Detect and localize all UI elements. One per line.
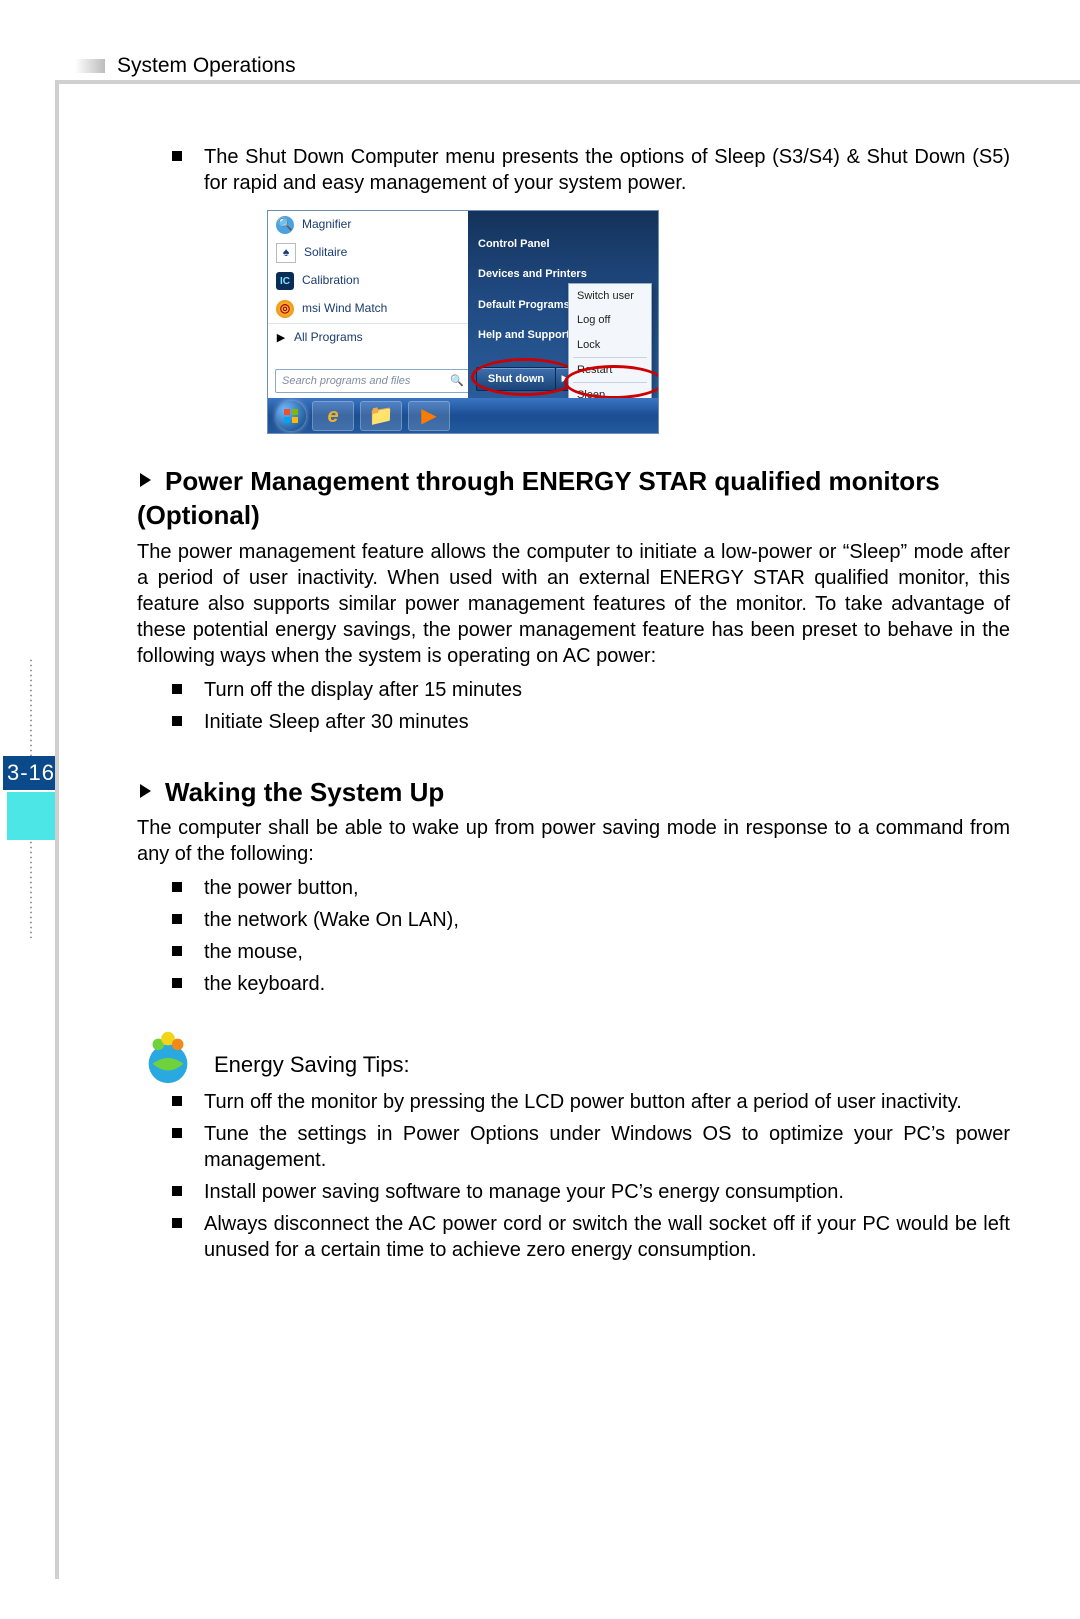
content-frame: The Shut Down Computer menu presents the… [55, 80, 1080, 1579]
chevron-right-icon [137, 464, 155, 498]
tips-title: Energy Saving Tips: [214, 1051, 410, 1088]
dotted-line-icon [29, 658, 33, 756]
start-menu-item-label: Calibration [302, 273, 359, 289]
solitaire-icon: ♠ [276, 243, 296, 263]
chevron-right-icon: ▶ [276, 331, 286, 345]
taskbar: e 📁 ▶ [268, 398, 659, 433]
list-item: the network (Wake On LAN), [172, 907, 1010, 933]
start-menu-item[interactable]: ♠ Solitaire [268, 239, 468, 267]
start-menu-item-label: msi Wind Match [302, 301, 387, 317]
flyout-item[interactable]: Restart [569, 358, 651, 382]
energy-globe-icon [137, 1025, 199, 1087]
shut-down-button[interactable]: Shut down [476, 367, 556, 391]
list-item: the mouse, [172, 939, 1010, 965]
start-menu-screenshot: 🔍 Magnifier ♠ Solitaire IC Calibration [267, 210, 659, 434]
section-heading-text: Waking the System Up [165, 777, 444, 807]
right-menu-item-label: Help and Support [478, 329, 570, 341]
list-item: Tune the settings in Power Options under… [172, 1121, 1010, 1173]
start-menu-item[interactable]: ◎ msi Wind Match [268, 295, 468, 323]
all-programs-label: All Programs [294, 330, 363, 346]
explorer-icon[interactable]: 📁 [360, 401, 402, 431]
media-player-icon[interactable]: ▶ [408, 401, 450, 431]
flyout-item[interactable]: Log off [569, 308, 651, 332]
section1-paragraph: The power management feature allows the … [137, 539, 1010, 669]
section-heading-power-management: Power Management through ENERGY STAR qua… [137, 464, 1010, 533]
header: System Operations [75, 54, 296, 78]
list-item: Turn off the display after 15 minutes [172, 677, 1010, 703]
list-item: Install power saving software to manage … [172, 1179, 1010, 1205]
windows-start-orb-icon[interactable] [276, 401, 306, 431]
section-heading-waking-up: Waking the System Up [137, 775, 1010, 810]
list-item: the power button, [172, 875, 1010, 901]
start-menu-item-label: Solitaire [304, 245, 347, 261]
list-item: the keyboard. [172, 971, 1010, 997]
list-item: Always disconnect the AC power cord or s… [172, 1211, 1010, 1263]
shutdown-flyout-menu: Switch user Log off Lock Restart Sleep [568, 283, 652, 408]
list-item: Turn off the monitor by pressing the LCD… [172, 1089, 1010, 1115]
msi-wind-match-icon: ◎ [276, 300, 294, 318]
ie-icon[interactable]: e [312, 401, 354, 431]
flyout-item[interactable]: Lock [569, 333, 651, 357]
start-menu-left-panel: 🔍 Magnifier ♠ Solitaire IC Calibration [268, 211, 468, 398]
calibration-icon: IC [276, 272, 294, 290]
flyout-item[interactable]: Switch user [569, 284, 651, 308]
start-menu-item-label: Magnifier [302, 217, 351, 233]
right-menu-item-label: Devices and Printers [478, 268, 587, 280]
flyout-item-label: Lock [577, 339, 600, 351]
chevron-right-icon [137, 775, 155, 809]
search-icon: 🔍 [450, 374, 464, 388]
search-input[interactable]: Search programs and files 🔍 [275, 369, 471, 393]
start-menu-item[interactable]: IC Calibration [268, 267, 468, 295]
document-page: System Operations 3-16 The Shut Down Com… [0, 0, 1080, 1619]
accent-block-icon [7, 792, 55, 840]
section-heading-text: Power Management through ENERGY STAR qua… [137, 466, 940, 530]
right-menu-item-label: Default Programs [478, 299, 570, 311]
right-menu-item-label: Control Panel [478, 238, 550, 250]
all-programs-item[interactable]: ▶ All Programs [268, 323, 468, 352]
page-tab: 3-16 [3, 658, 59, 938]
flyout-item-label: Restart [577, 364, 612, 376]
magnifier-icon: 🔍 [276, 216, 294, 234]
search-placeholder: Search programs and files [282, 374, 410, 388]
tips-header: Energy Saving Tips: [137, 1025, 1010, 1087]
dotted-line-icon [29, 840, 33, 938]
flyout-item-label: Log off [577, 314, 610, 326]
right-menu-item[interactable]: Control Panel [478, 229, 658, 259]
flyout-item-label: Switch user [577, 290, 634, 302]
list-item: Initiate Sleep after 30 minutes [172, 709, 1010, 735]
header-title: System Operations [117, 54, 296, 78]
page-number: 3-16 [3, 756, 59, 790]
intro-bullet: The Shut Down Computer menu presents the… [172, 144, 1010, 196]
start-menu-item[interactable]: 🔍 Magnifier [268, 211, 468, 239]
shut-down-label: Shut down [488, 372, 544, 386]
header-accent-icon [75, 59, 105, 73]
section2-paragraph: The computer shall be able to wake up fr… [137, 815, 1010, 867]
